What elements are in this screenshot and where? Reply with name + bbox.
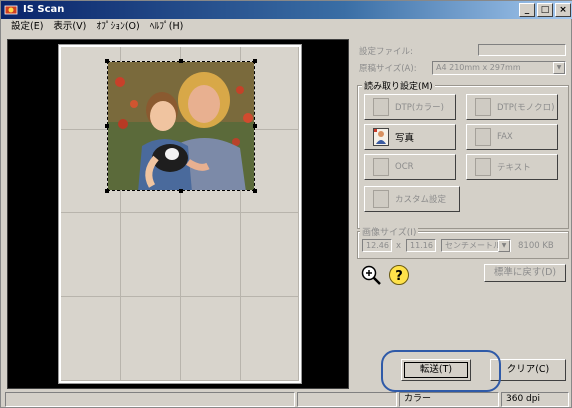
menu-settings[interactable]: 設定(E)	[11, 19, 43, 35]
resize-handle[interactable]	[179, 59, 183, 63]
photo-mode-label: 写真	[395, 133, 415, 144]
paper-size-value: A4 210mm x 297mm	[436, 63, 521, 72]
grid-cell	[181, 213, 241, 297]
image-size-title: 画像サイズ(I)	[360, 225, 419, 238]
ocr-mode-label: OCR	[395, 162, 414, 172]
zoom-icon[interactable]	[360, 264, 382, 286]
paper-size-label: 原稿サイズ(A):	[359, 64, 417, 74]
fax-mode-label: FAX	[497, 132, 513, 142]
maximize-button[interactable]: □	[537, 3, 553, 17]
resize-handle[interactable]	[179, 189, 183, 193]
reset-default-button[interactable]: 標準に戻す(D)	[484, 264, 566, 282]
scan-mode-title: 読み取り設定(M)	[362, 79, 435, 92]
window-title: IS Scan	[23, 4, 65, 15]
grid-cell	[241, 213, 299, 297]
app-icon	[4, 5, 18, 15]
menu-view[interactable]: 表示(V)	[53, 19, 86, 35]
preview-area[interactable]	[7, 39, 349, 389]
status-resolution: 360 dpi	[501, 392, 569, 407]
paper-size-select[interactable]: A4 210mm x 297mm ▼	[432, 61, 566, 75]
resize-handle[interactable]	[105, 124, 109, 128]
preview-page[interactable]	[58, 44, 302, 384]
photo-mode-button[interactable]: 写真	[364, 124, 456, 150]
image-height-field[interactable]: 11.16	[406, 239, 436, 252]
grid-cell	[61, 213, 121, 297]
status-color-mode: カラー	[399, 392, 499, 407]
file-size-value: 8100 KB	[518, 241, 554, 251]
ocr-mode-button[interactable]: OCR	[364, 154, 456, 180]
ocr-icon	[373, 158, 389, 176]
photo-icon	[373, 128, 389, 146]
menu-help[interactable]: ﾍﾙﾌﾟ(H)	[150, 19, 184, 35]
scan-window: IS Scan _ □ × 設定(E) 表示(V) ｵﾌﾟｼｮﾝ(O) ﾍﾙﾌﾟ…	[0, 0, 572, 408]
dtp-mono-label: DTP(モノクロ)	[497, 103, 555, 113]
title-bar: IS Scan _ □ ×	[1, 1, 572, 19]
unit-select[interactable]: センチメートル ▼	[441, 239, 511, 252]
text-mode-button[interactable]: テキスト	[466, 154, 558, 180]
grid-cell	[121, 297, 181, 381]
minimize-button[interactable]: _	[519, 3, 535, 17]
highlight-ring	[381, 350, 501, 392]
fax-icon	[475, 128, 491, 146]
resize-handle[interactable]	[253, 189, 257, 193]
dtp-color-label: DTP(カラー)	[395, 103, 444, 113]
resize-handle[interactable]	[253, 59, 257, 63]
menu-options[interactable]: ｵﾌﾟｼｮﾝ(O)	[96, 19, 139, 35]
status-cell-empty	[5, 392, 295, 407]
settings-file-field[interactable]	[478, 44, 566, 56]
document-color-icon	[373, 98, 389, 116]
times-label: x	[396, 241, 402, 251]
settings-panel: 設定ファイル: 原稿サイズ(A): A4 210mm x 297mm ▼ 読み取…	[356, 41, 570, 391]
resize-handle[interactable]	[105, 59, 109, 63]
scan-selection[interactable]	[107, 61, 255, 191]
custom-mode-label: カスタム設定	[395, 195, 447, 205]
grid-cell	[61, 297, 121, 381]
scanned-photo	[108, 62, 254, 190]
menu-bar: 設定(E) 表示(V) ｵﾌﾟｼｮﾝ(O) ﾍﾙﾌﾟ(H)	[1, 19, 572, 35]
svg-text:?: ?	[395, 269, 403, 284]
chevron-down-icon: ▼	[498, 240, 510, 252]
grid-cell	[121, 213, 181, 297]
clear-button[interactable]: クリア(C)	[490, 359, 566, 381]
unit-value: センチメートル	[445, 241, 501, 250]
grid-cell	[181, 297, 241, 381]
resize-handle[interactable]	[105, 189, 109, 193]
custom-mode-button[interactable]: カスタム設定	[364, 186, 460, 212]
document-mono-icon	[475, 98, 491, 116]
fax-mode-button[interactable]: FAX	[466, 124, 558, 150]
grid-cell	[241, 297, 299, 381]
resize-handle[interactable]	[253, 124, 257, 128]
image-width-field[interactable]: 12.46	[362, 239, 392, 252]
custom-settings-icon	[373, 190, 389, 208]
chevron-down-icon: ▼	[553, 62, 565, 74]
text-document-icon	[475, 158, 491, 176]
status-cell-empty	[297, 392, 397, 407]
help-icon[interactable]: ?	[388, 264, 410, 286]
close-button[interactable]: ×	[555, 3, 571, 17]
status-bar: カラー 360 dpi	[1, 392, 572, 408]
text-mode-label: テキスト	[497, 163, 531, 173]
dtp-mono-button[interactable]: DTP(モノクロ)	[466, 94, 558, 120]
settings-file-label: 設定ファイル:	[359, 47, 413, 57]
dtp-color-button[interactable]: DTP(カラー)	[364, 94, 456, 120]
